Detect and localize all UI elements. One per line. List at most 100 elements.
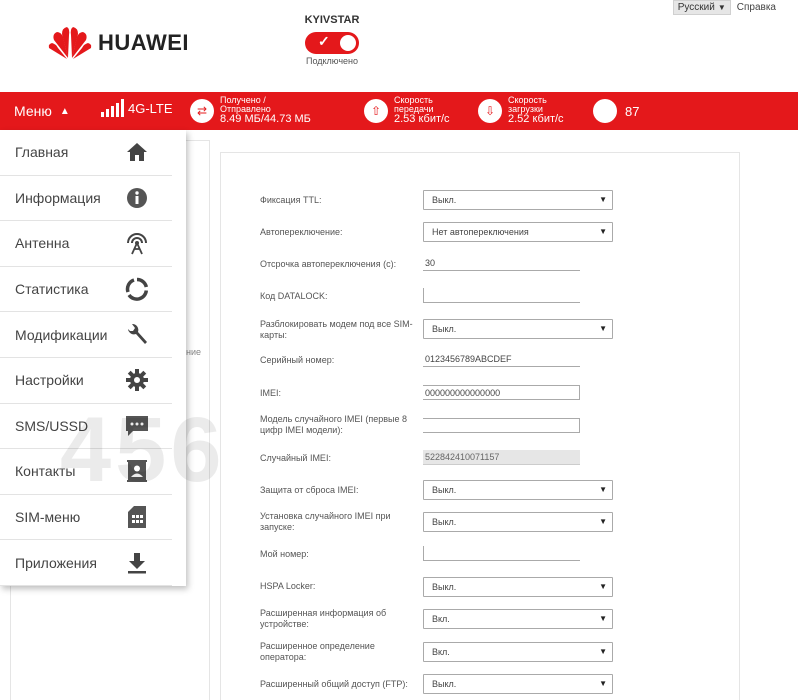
row-random-model: Модель случайного IMEI (первые 8 цифр IM… <box>260 413 620 439</box>
random-model-input[interactable] <box>423 418 580 433</box>
huawei-logo: HUAWEI <box>48 26 189 60</box>
unlock-label: Разблокировать модем под все SIM-карты: <box>260 319 413 340</box>
upload-stat: ⇧ Скорость передачи 2.53 кбит/с <box>364 96 450 125</box>
caret-down-icon: ▼ <box>599 485 607 494</box>
home-icon <box>124 139 150 165</box>
traffic-label: Получено / Отправлено <box>220 95 271 114</box>
menu-item-settings[interactable]: Настройки <box>0 358 172 404</box>
ttl-select[interactable]: Выкл. ▼ <box>423 190 613 210</box>
ttl-select-value: Выкл. <box>432 195 457 205</box>
gear-icon <box>124 367 150 393</box>
menu-item-label: Контакты <box>15 463 76 480</box>
random-on-start-select[interactable]: Выкл. ▼ <box>423 512 613 532</box>
ext-operator-label: Расширенное определение оператора: <box>260 641 375 662</box>
menu-button[interactable]: Меню ▲ <box>14 103 70 119</box>
delay-input[interactable] <box>423 256 580 271</box>
upload-label: Скорость передачи <box>394 95 434 114</box>
unlock-select[interactable]: Выкл. ▼ <box>423 319 613 339</box>
delay-label: Отсрочка автопереключения (с): <box>260 259 397 269</box>
menu-item-label: Главная <box>15 144 69 161</box>
ext-operator-select[interactable]: Вкл. ▼ <box>423 642 613 662</box>
caret-down-icon: ▼ <box>599 517 607 526</box>
download-label: Скорость загрузки <box>508 95 547 114</box>
ext-info-select[interactable]: Вкл. ▼ <box>423 609 613 629</box>
imei-input[interactable] <box>423 385 580 400</box>
my-number-input[interactable] <box>423 546 580 561</box>
row-ttl: Фиксация TTL: Выкл. ▼ <box>260 190 620 212</box>
upload-arrow-icon: ⇧ <box>364 98 388 123</box>
traffic-stat: ⇄ Получено / Отправлено 8.49 МБ/44.73 МБ <box>190 96 311 125</box>
caret-down-icon: ▼ <box>599 614 607 623</box>
main-menu: Главная Информация Антенна Статистика Мо… <box>0 130 186 586</box>
top-links: Русский ▼ Справка <box>672 0 776 15</box>
imei-label: IMEI: <box>260 388 282 398</box>
menu-item-modifications[interactable]: Модификации <box>0 312 172 358</box>
caret-down-icon: ▼ <box>599 227 607 236</box>
menu-item-label: SMS/USSD <box>15 417 89 434</box>
hspa-select-value: Выкл. <box>432 582 457 592</box>
toggle-knob <box>340 35 356 51</box>
serial-label: Серийный номер: <box>260 355 335 365</box>
language-select[interactable]: Русский ▼ <box>672 0 731 15</box>
ttl-label: Фиксация TTL: <box>260 195 322 205</box>
antenna-icon <box>124 230 150 256</box>
hspa-select[interactable]: Выкл. ▼ <box>423 577 613 597</box>
row-ftp: Расширенный общий доступ (FTP): Выкл. ▼ <box>260 674 620 696</box>
contacts-icon <box>124 458 150 484</box>
menu-item-label: Информация <box>15 189 101 206</box>
row-serial: Серийный номер: <box>260 352 620 370</box>
triangle-up-icon: ▲ <box>59 105 70 117</box>
ext-info-label: Расширенная информация об устройстве: <box>260 608 387 629</box>
help-link[interactable]: Справка <box>737 2 776 13</box>
serial-input[interactable] <box>423 352 580 367</box>
caret-down-icon: ▼ <box>599 582 607 591</box>
operator-block: KYIVSTAR ✓ Подключено <box>296 14 368 66</box>
datalock-label: Код DATALOCK: <box>260 291 328 301</box>
huawei-flower-icon <box>48 27 92 59</box>
autoswitch-select[interactable]: Нет автопереключения ▼ <box>423 222 613 242</box>
random-on-start-label: Установка случайного IMEI при запуске: <box>260 511 391 532</box>
row-my-number: Мой номер: <box>260 546 620 564</box>
info-icon <box>124 185 150 211</box>
imei-protect-select-value: Выкл. <box>432 485 457 495</box>
random-imei-input <box>423 450 580 465</box>
menu-item-sim-menu[interactable]: SIM-меню <box>0 495 172 541</box>
transfer-icon: ⇄ <box>190 98 214 123</box>
caret-down-icon: ▼ <box>599 647 607 656</box>
check-icon: ✓ <box>318 33 330 49</box>
row-ext-operator: Расширенное определение оператора: Вкл. … <box>260 640 620 664</box>
pie-chart-icon <box>124 276 150 302</box>
ext-operator-select-value: Вкл. <box>432 647 450 657</box>
hspa-label: HSPA Locker: <box>260 581 316 591</box>
autoswitch-label: Автопереключение: <box>260 227 343 237</box>
sim-card-icon <box>124 504 150 530</box>
random-on-start-select-value: Выкл. <box>432 517 457 527</box>
ftp-select[interactable]: Выкл. ▼ <box>423 674 613 694</box>
datalock-input[interactable] <box>423 288 580 303</box>
router-web-ui: Русский ▼ Справка HUAWEI KYIVSTAR ✓ Подк… <box>0 0 798 700</box>
temperature-value: 87 <box>625 103 640 119</box>
logo-text: HUAWEI <box>98 30 189 55</box>
row-ext-info: Расширенная информация об устройстве: Вк… <box>260 607 620 631</box>
menu-item-contacts[interactable]: Контакты <box>0 449 172 495</box>
menu-item-antenna[interactable]: Антенна <box>0 221 172 267</box>
download-stat: ⇩ Скорость загрузки 2.52 кбит/с <box>478 96 564 125</box>
row-datalock: Код DATALOCK: <box>260 288 620 306</box>
menu-item-statistics[interactable]: Статистика <box>0 267 172 313</box>
menu-item-info[interactable]: Информация <box>0 176 172 222</box>
imei-protect-select[interactable]: Выкл. ▼ <box>423 480 613 500</box>
temperature-icon <box>593 99 617 123</box>
connection-toggle[interactable]: ✓ <box>305 32 359 54</box>
wrench-icon <box>124 322 150 348</box>
menu-item-sms-ussd[interactable]: SMS/USSD <box>0 404 172 450</box>
connection-status: Подключено <box>305 56 359 66</box>
menu-item-apps[interactable]: Приложения <box>0 540 172 586</box>
random-model-label: Модель случайного IMEI (первые 8 цифр IM… <box>260 414 407 435</box>
caret-down-icon: ▼ <box>599 679 607 688</box>
my-number-label: Мой номер: <box>260 549 309 559</box>
message-icon <box>124 413 150 439</box>
menu-item-home[interactable]: Главная <box>0 130 172 176</box>
language-value: Русский <box>677 2 715 13</box>
row-imei: IMEI: <box>260 385 620 403</box>
network-type: 4G-LTE <box>128 100 173 116</box>
